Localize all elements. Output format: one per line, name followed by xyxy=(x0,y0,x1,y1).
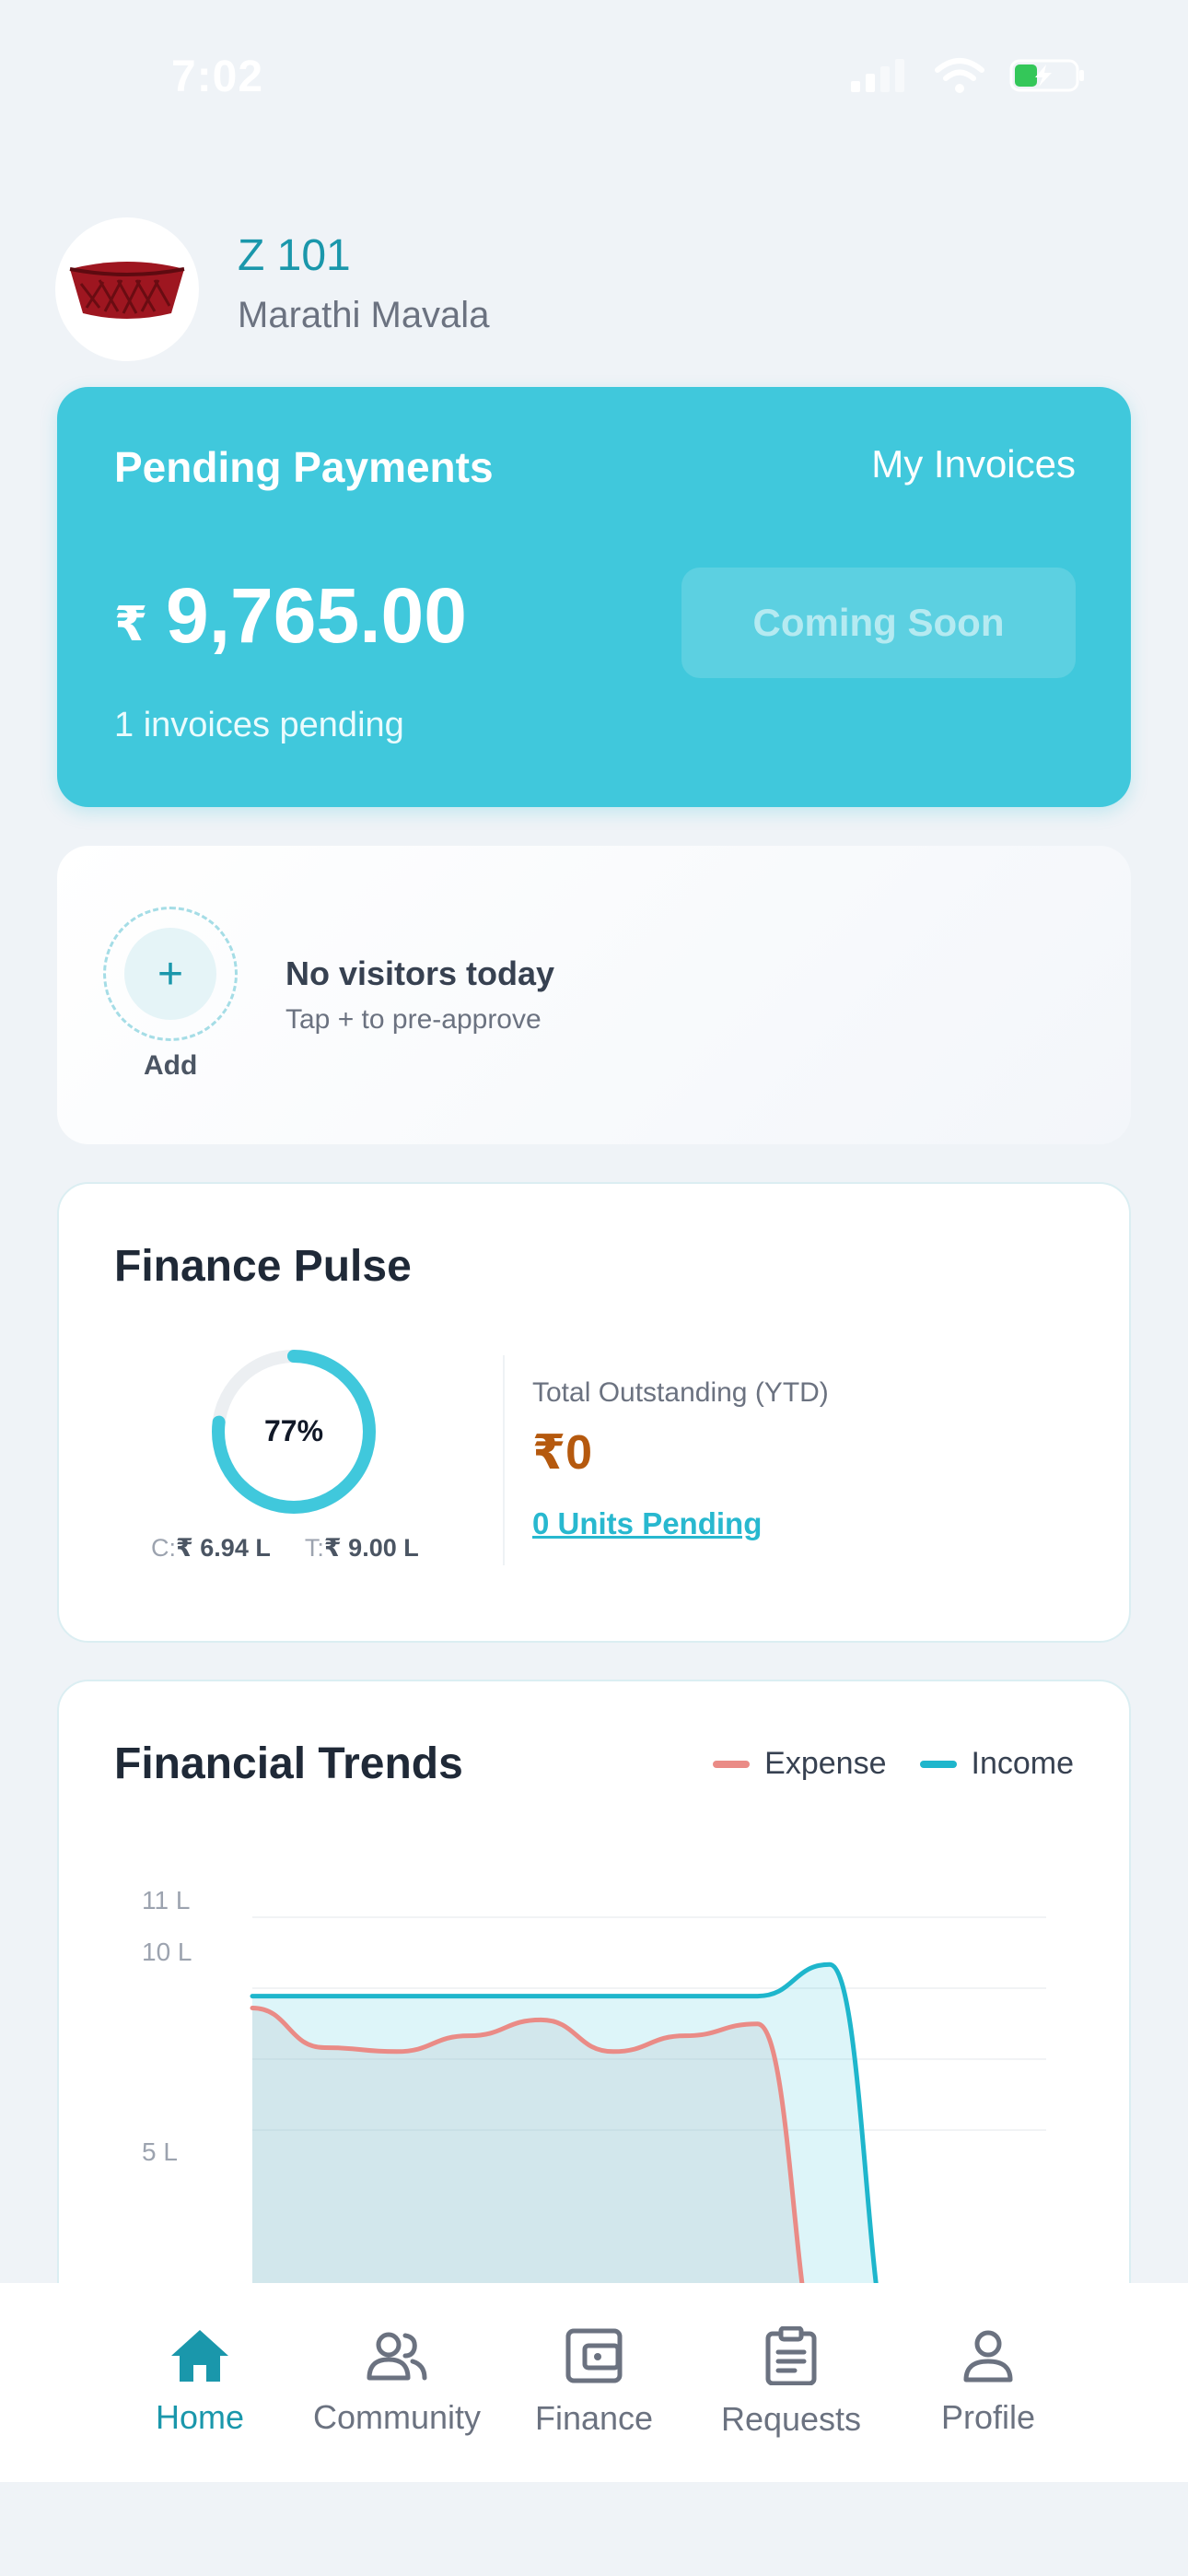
pending-payments-card[interactable]: Pending Payments My Invoices ₹ 9,765.00 … xyxy=(57,387,1131,807)
outstanding-value: ₹0 xyxy=(532,1426,593,1480)
financial-trends-chart: 11 L 10 L 5 L xyxy=(142,1886,1046,2378)
finance-pulse-title: Finance Pulse xyxy=(114,1242,412,1291)
collection-caption: C:₹ 6.94 L T:₹ 9.00 L xyxy=(151,1534,419,1563)
battery-icon xyxy=(1009,57,1087,99)
wifi-icon xyxy=(934,57,985,99)
nav-profile[interactable]: Profile xyxy=(890,2283,1087,2482)
profile-icon xyxy=(963,2330,1013,2383)
nav-community[interactable]: Community xyxy=(298,2283,495,2482)
pulse-divider xyxy=(503,1355,505,1565)
collection-percent: 77% xyxy=(263,1414,324,1447)
wallet-icon xyxy=(565,2328,623,2383)
outstanding-label: Total Outstanding (YTD) xyxy=(532,1377,829,1408)
status-time: 7:02 xyxy=(171,53,264,101)
nav-requests-label: Requests xyxy=(720,2400,862,2438)
collected-label: C: xyxy=(151,1534,176,1562)
invoices-pending-text: 1 invoices pending xyxy=(114,706,404,744)
community-icon xyxy=(367,2332,427,2381)
society-avatar[interactable] xyxy=(55,217,199,361)
y-tick-5: 5 L xyxy=(142,2137,178,2166)
total-value: ₹ 9.00 L xyxy=(323,1534,419,1562)
add-visitor-label: Add xyxy=(144,1050,198,1081)
pre-approve-hint: Tap + to pre-approve xyxy=(285,1004,542,1035)
y-tick-10: 10 L xyxy=(142,1938,192,1966)
nav-requests[interactable]: Requests xyxy=(693,2283,890,2482)
clipboard-icon xyxy=(765,2326,817,2385)
coming-soon-button[interactable]: Coming Soon xyxy=(681,568,1076,678)
pending-amount: 9,765.00 xyxy=(166,572,467,659)
nav-home[interactable]: Home xyxy=(101,2283,298,2482)
currency-symbol: ₹ xyxy=(114,598,148,651)
pending-payments-title: Pending Payments xyxy=(114,443,494,491)
collected-value: ₹ 6.94 L xyxy=(176,1534,271,1562)
add-visitor-button[interactable]: + xyxy=(103,907,238,1041)
financial-trends-card: Financial Trends Expense Income 11 L 10 … xyxy=(57,1680,1131,2380)
nav-finance[interactable]: Finance xyxy=(495,2283,693,2482)
unit-title: Z 101 xyxy=(238,231,351,280)
finance-pulse-card: Finance Pulse 77% C:₹ 6.94 L T:₹ 9.00 L … xyxy=(57,1182,1131,1643)
home-icon xyxy=(171,2330,228,2382)
status-bar: 7:02 xyxy=(0,0,1188,157)
no-visitors-title: No visitors today xyxy=(285,954,555,992)
society-name: Marathi Mavala xyxy=(238,295,490,335)
nav-finance-label: Finance xyxy=(534,2399,654,2437)
society-logo-image xyxy=(69,262,185,319)
signal-icon xyxy=(851,59,910,97)
bottom-navigation: Home Community Finance Requests Profile xyxy=(0,2283,1188,2482)
plus-icon: + xyxy=(124,928,216,1020)
nav-community-label: Community xyxy=(312,2398,482,2436)
y-tick-11: 11 L xyxy=(142,1886,190,1914)
status-icons xyxy=(851,57,1087,99)
nav-profile-label: Profile xyxy=(940,2398,1036,2436)
my-invoices-link[interactable]: My Invoices xyxy=(871,442,1076,486)
total-label: T: xyxy=(304,1534,324,1562)
nav-home-label: Home xyxy=(155,2398,245,2436)
visitors-card: + Add No visitors today Tap + to pre-app… xyxy=(57,846,1131,1144)
units-pending-link[interactable]: 0 Units Pending xyxy=(532,1506,762,1541)
